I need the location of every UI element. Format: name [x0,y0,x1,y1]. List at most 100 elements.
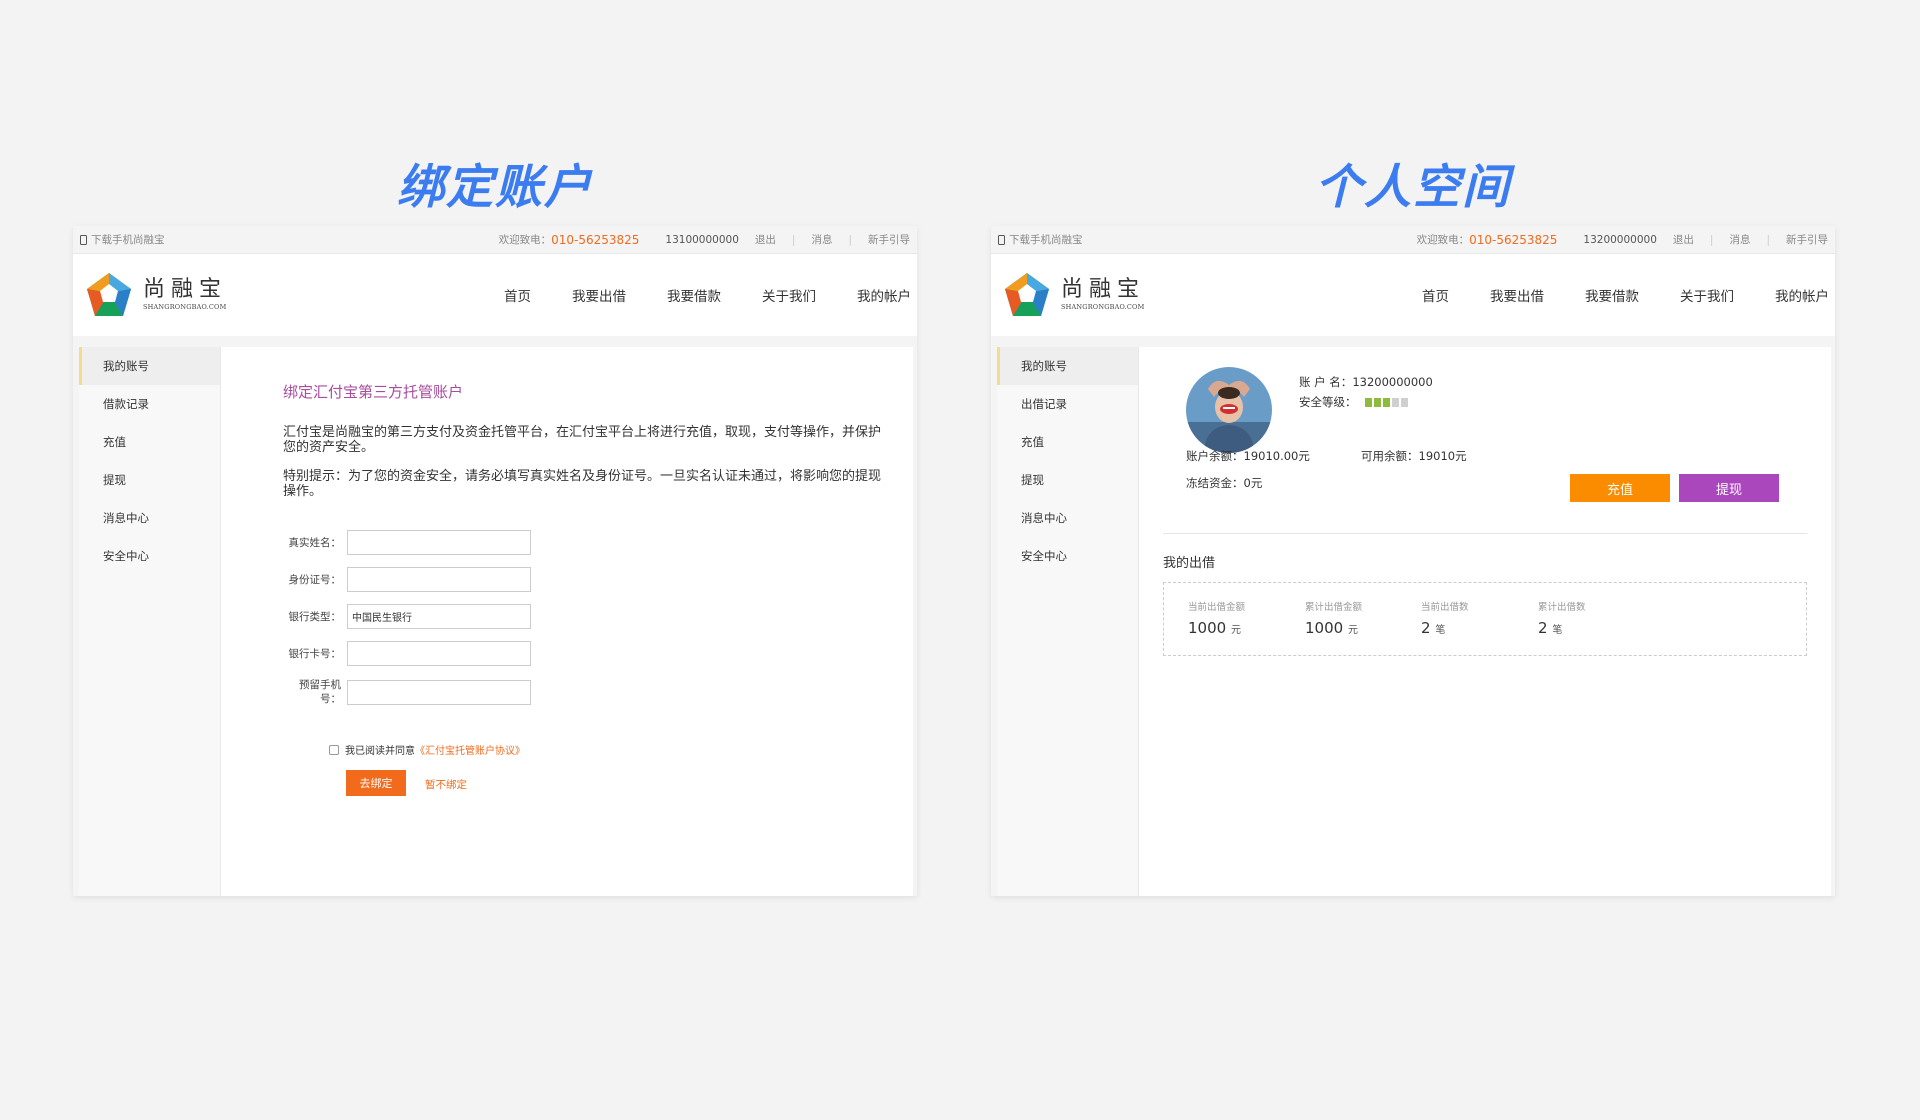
nav-borrow[interactable]: 我要借款 [667,285,721,305]
phone-input[interactable] [347,679,531,705]
stat-value: 2 [1538,619,1548,637]
form-row-id: 身份证号： [283,567,531,592]
available-label: 可用余额： [1361,449,1419,463]
nav-borrow[interactable]: 我要借款 [1585,285,1639,305]
nav-my-account[interactable]: 我的帐户 [857,285,911,305]
bank-type-select[interactable]: 中国民生银行 [347,604,531,629]
bind-title: 绑定汇付宝第三方托管账户 [283,383,464,401]
phone-label-line2: 号： [320,693,341,705]
account-number[interactable]: 13100000000 [665,234,739,246]
guide-link[interactable]: 新手引导 [1786,232,1828,247]
logo-domain: SHANGRONGBAO.COM [143,303,227,311]
stat-unit: 笔 [1552,625,1563,636]
frozen-value: 0元 [1243,476,1263,490]
site-header: 尚融宝 SHANGRONGBAO.COM 首页 我要出借 我要借款 关于我们 我… [991,254,1835,336]
sidebar-item-withdraw[interactable]: 提现 [79,461,220,499]
security-level-bar [1364,397,1372,407]
stat-current-lend-count: 当前出借数 2 笔 [1421,599,1469,637]
balance-line: 账户余额：19010.00元 [1186,448,1310,464]
separator: | [1709,233,1714,246]
card-number-input[interactable] [347,641,531,666]
account-number[interactable]: 13200000000 [1583,234,1657,246]
main-nav: 首页 我要出借 我要借款 关于我们 我的帐户 [1381,285,1829,305]
personal-space-content: 账 户 名： 13200000000 安全等级： 账户余额：19010.00元 … [1139,347,1831,896]
bank-type-label: 银行类型： [288,610,342,623]
stat-unit: 元 [1347,625,1358,636]
nav-lend[interactable]: 我要出借 [1490,285,1544,305]
site-logo[interactable]: 尚融宝 SHANGRONGBAO.COM [85,271,227,319]
sidebar-item-my-account[interactable]: 我的账号 [997,347,1138,385]
logout-link[interactable]: 退出 [755,232,776,247]
mobile-phone-icon [998,234,1005,245]
stat-value: 2 [1421,619,1431,637]
security-level-line: 安全等级： [1299,394,1410,410]
account-name-label: 账 户 名： [1299,375,1353,389]
agree-checkbox[interactable] [329,744,339,755]
stat-label: 当前出借金额 [1188,602,1246,613]
form-row-phone: 预留手机号： [283,678,531,706]
security-level-bar [1382,397,1390,407]
nav-home[interactable]: 首页 [1422,285,1449,305]
intro-paragraph: 汇付宝是尚融宝的第三方支付及资金托管平台，在汇付宝平台上将进行充值，取现，支付等… [283,425,882,455]
section-title-personal-space: 个人空间 [1315,160,1511,215]
balance-label: 账户余额： [1186,449,1244,463]
avatar[interactable] [1186,367,1272,453]
welcome-text: 欢迎致电： [498,234,552,246]
sidebar-item-message-center[interactable]: 消息中心 [79,499,220,537]
sidebar-item-message-center[interactable]: 消息中心 [997,499,1138,537]
download-app-link[interactable]: 下载手机尚融宝 [1009,232,1083,247]
sidebar-item-borrow-records[interactable]: 借款记录 [79,385,220,423]
download-app-link[interactable]: 下载手机尚融宝 [91,232,165,247]
logout-link[interactable]: 退出 [1673,232,1694,247]
bind-button[interactable]: 去绑定 [346,770,406,796]
sidebar-item-security-center[interactable]: 安全中心 [79,537,220,575]
top-bar: 下载手机尚融宝 欢迎致电： 010-56253825 13100000000 退… [73,226,917,254]
mobile-phone-icon [80,234,87,245]
nav-home[interactable]: 首页 [504,285,531,305]
available-line: 可用余额：19010元 [1361,448,1467,464]
pentagon-logo-icon [87,273,131,316]
nav-my-account[interactable]: 我的帐户 [1775,285,1829,305]
sidebar-item-lend-records[interactable]: 出借记录 [997,385,1138,423]
hotline-number: 010-56253825 [1469,232,1558,247]
security-level-bar [1391,397,1399,407]
charge-button[interactable]: 充值 [1570,474,1670,502]
stat-value: 1000 [1305,619,1344,637]
sidebar-item-my-account[interactable]: 我的账号 [79,347,220,385]
messages-link[interactable]: 消息 [811,232,832,247]
body-area: 我的账号 借款记录 充值 提现 消息中心 安全中心 绑定汇付宝第三方托管账户 汇… [73,336,917,896]
id-number-label: 身份证号： [288,573,342,586]
sidebar-item-security-center[interactable]: 安全中心 [997,537,1138,575]
withdraw-button[interactable]: 提现 [1679,474,1779,502]
phone-label: 预留手机号： [283,678,347,706]
nav-about[interactable]: 关于我们 [762,285,816,305]
guide-link[interactable]: 新手引导 [868,232,910,247]
security-level-label: 安全等级： [1299,395,1357,409]
nav-about[interactable]: 关于我们 [1680,285,1734,305]
sidebar-item-recharge[interactable]: 充值 [79,423,220,461]
site-logo[interactable]: 尚融宝 SHANGRONGBAO.COM [1003,271,1145,319]
stat-unit: 笔 [1435,625,1446,636]
account-sidebar: 我的账号 借款记录 充值 提现 消息中心 安全中心 [79,347,221,896]
agreement-row: 我已阅读并同意 《汇付宝托管账户协议》 [329,742,525,757]
account-name-value: 13200000000 [1352,375,1433,389]
body-area: 我的账号 出借记录 充值 提现 消息中心 安全中心 账 户 名： 1320000… [991,336,1835,896]
stat-value: 1000 [1188,619,1227,637]
sidebar-item-recharge[interactable]: 充值 [997,423,1138,461]
bind-account-content: 绑定汇付宝第三方托管账户 汇付宝是尚融宝的第三方支付及资金托管平台，在汇付宝平台… [221,347,913,896]
id-number-input[interactable] [347,567,531,592]
stat-current-lend-amount: 当前出借金额 1000 元 [1188,599,1245,637]
sidebar-item-withdraw[interactable]: 提现 [997,461,1138,499]
messages-link[interactable]: 消息 [1729,232,1750,247]
hotline-number: 010-56253825 [551,232,640,247]
bind-account-screen: 下载手机尚融宝 欢迎致电： 010-56253825 13100000000 退… [73,226,917,896]
notice-paragraph: 特别提示：为了您的资金安全，请务必填写真实姓名及身份证号。一旦实名认证未通过，将… [283,469,882,499]
section-title-bind-account: 绑定账户 [397,160,593,215]
welcome-text: 欢迎致电： [1416,234,1470,246]
skip-bind-link[interactable]: 暂不绑定 [425,777,467,792]
real-name-input[interactable] [347,530,531,555]
phone-label-line1: 预留手机 [299,679,341,691]
agreement-link[interactable]: 《汇付宝托管账户协议》 [415,742,525,757]
stat-label: 当前出借数 [1421,602,1469,613]
nav-lend[interactable]: 我要出借 [572,285,626,305]
